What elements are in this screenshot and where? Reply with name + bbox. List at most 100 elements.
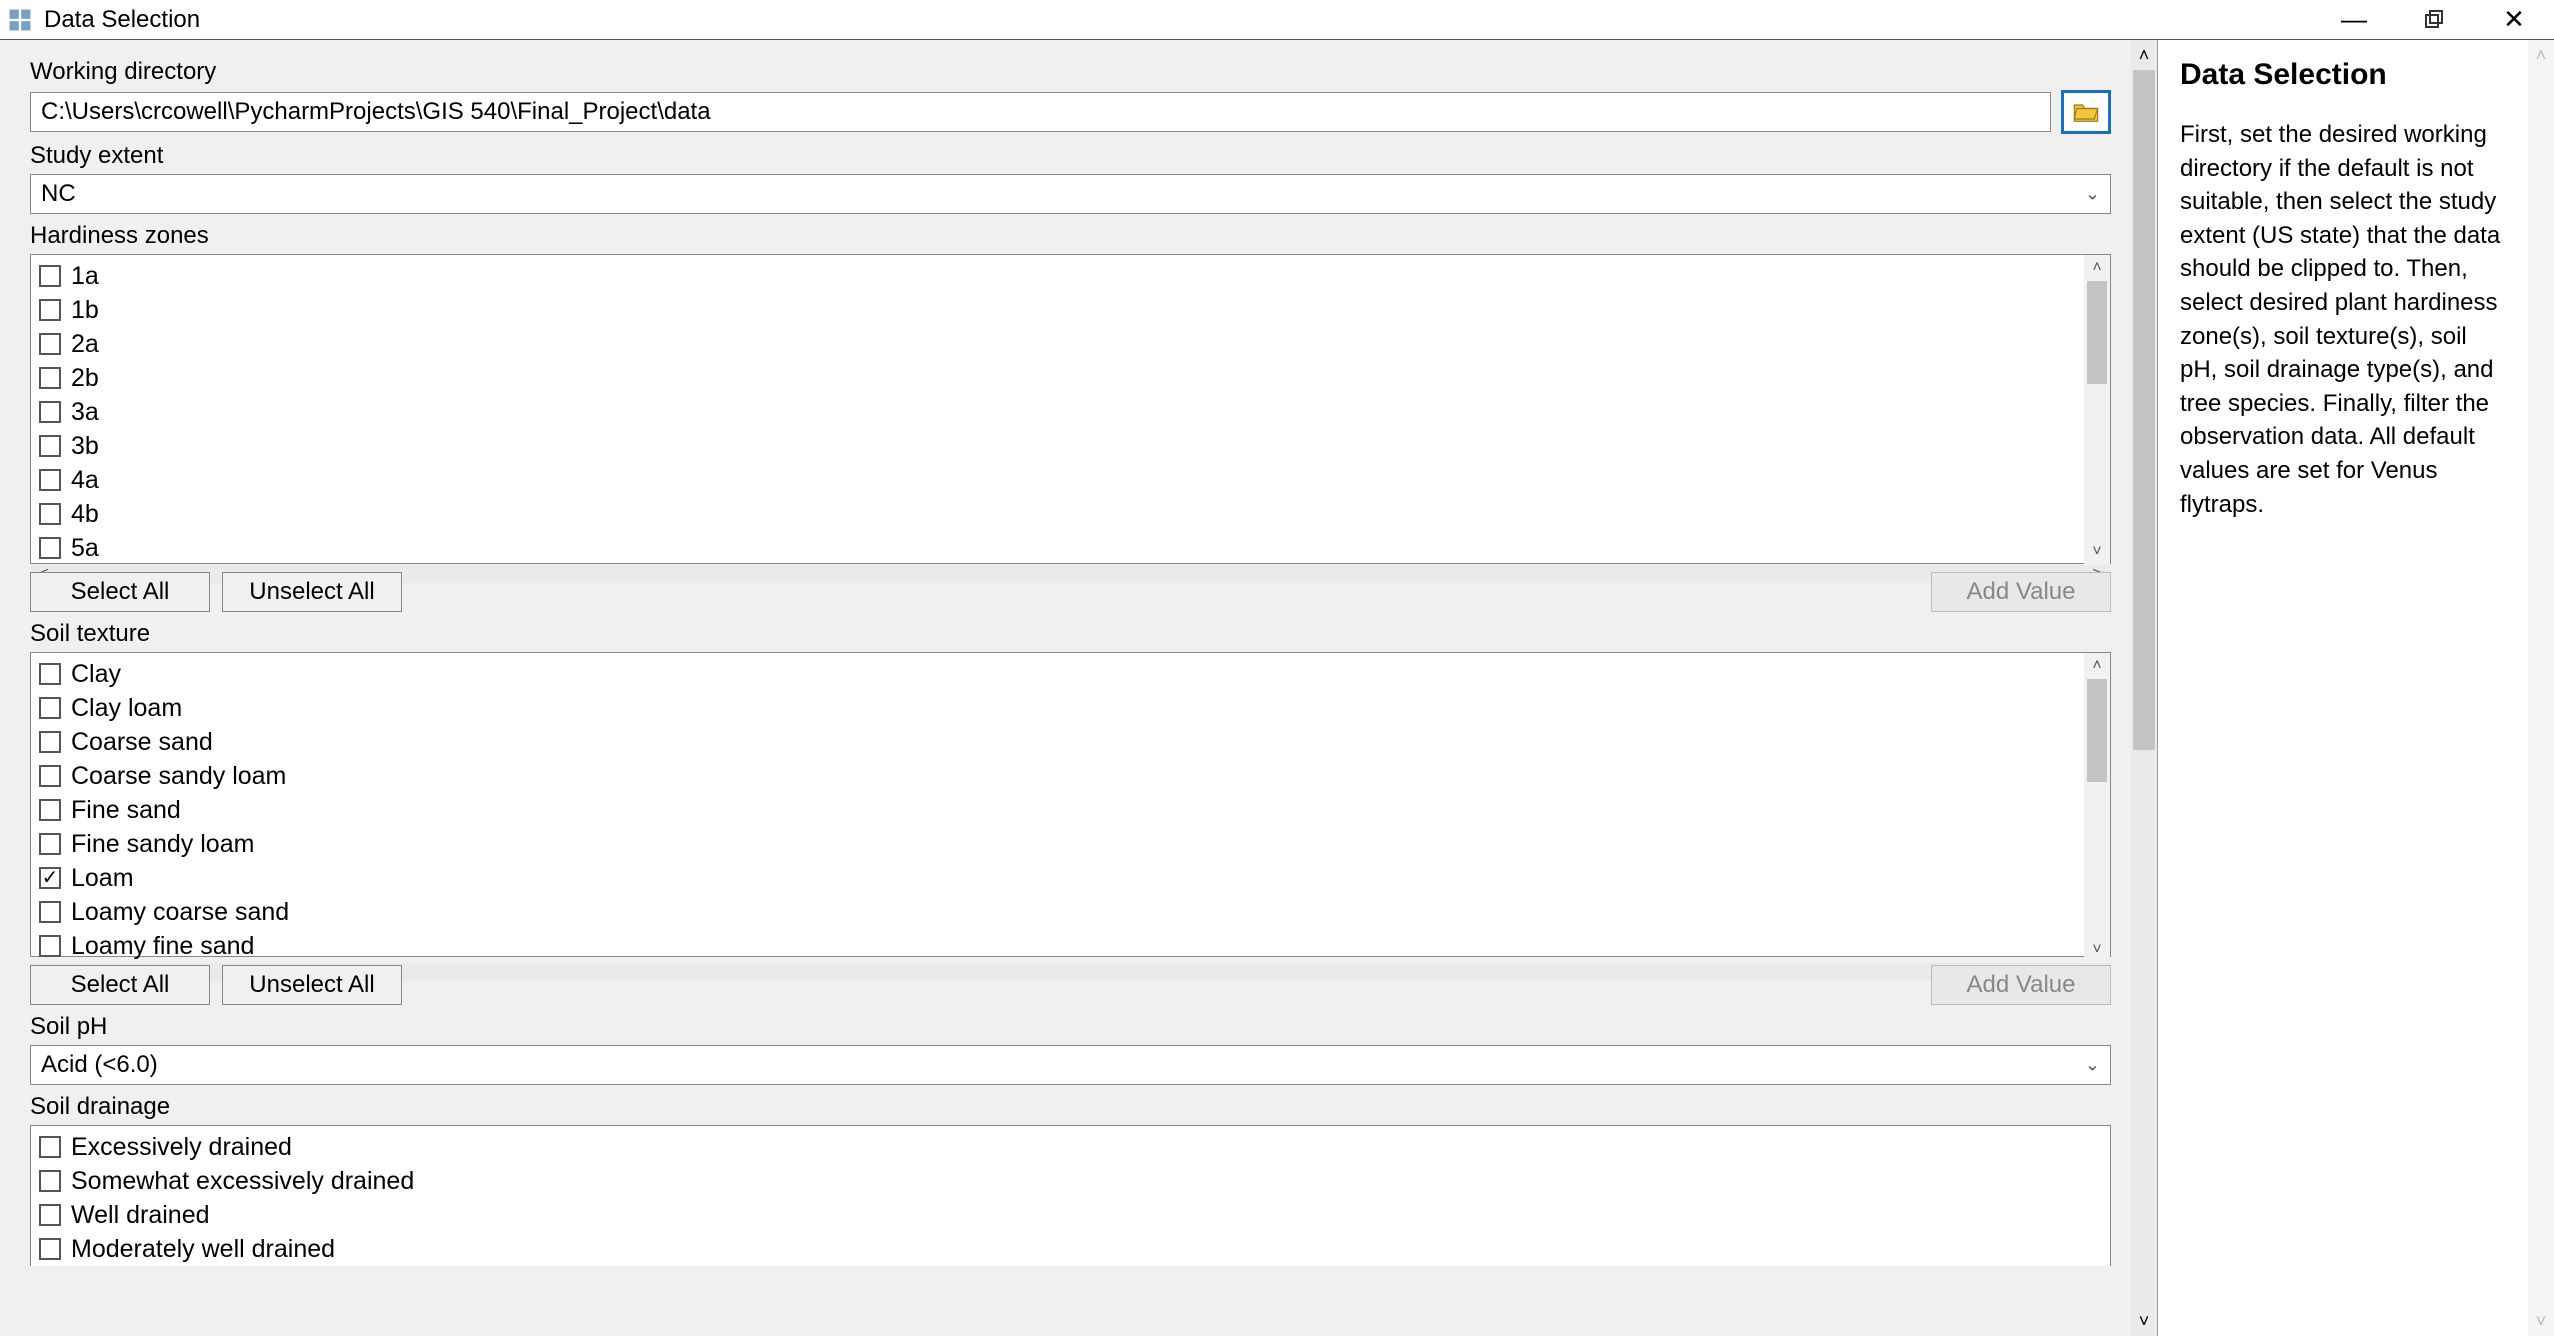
hardiness-item[interactable]: 1a — [39, 259, 2082, 293]
checkbox[interactable] — [39, 901, 61, 923]
hardiness-zones-label: Hardiness zones — [30, 222, 2111, 250]
maximize-button[interactable] — [2394, 0, 2474, 40]
form-area: Working directory C:\Users\crcowell\Pych… — [0, 40, 2131, 1336]
scroll-down-icon[interactable]: ˅ — [2528, 1306, 2554, 1336]
soil-texture-item-label: Fine sandy loam — [71, 830, 254, 859]
soil-texture-item[interactable]: Loamy coarse sand — [39, 895, 2082, 929]
soil-texture-item[interactable]: Loam — [39, 861, 2082, 895]
minimize-button[interactable]: — — [2314, 0, 2394, 40]
soil-drainage-item[interactable]: Moderately well drained — [39, 1232, 2108, 1266]
checkbox[interactable] — [39, 469, 61, 491]
window-title: Data Selection — [44, 6, 200, 34]
checkbox[interactable] — [39, 1204, 61, 1226]
scroll-up-icon[interactable]: ˄ — [2084, 653, 2110, 679]
scroll-up-icon[interactable]: ˄ — [2528, 40, 2554, 70]
soil-drainage-item-label: Excessively drained — [71, 1133, 292, 1162]
hardiness-item-label: 2b — [71, 364, 99, 393]
soiltexture-vscroll[interactable]: ˄ ˅ — [2084, 653, 2110, 963]
soil-ph-select[interactable]: Acid (<6.0) ⌄ — [30, 1045, 2111, 1085]
hardiness-add-value-button: Add Value — [1931, 572, 2111, 612]
scroll-up-icon[interactable]: ˄ — [2084, 255, 2110, 281]
checkbox[interactable] — [39, 731, 61, 753]
chevron-down-icon: ⌄ — [2085, 1055, 2100, 1076]
hardiness-item-label: 1b — [71, 296, 99, 325]
hardiness-item-label: 2a — [71, 330, 99, 359]
main-layout: Working directory C:\Users\crcowell\Pych… — [0, 40, 2554, 1336]
working-directory-value: C:\Users\crcowell\PycharmProjects\GIS 54… — [41, 96, 711, 128]
checkbox[interactable] — [39, 867, 61, 889]
working-directory-label: Working directory — [30, 58, 2111, 86]
checkbox[interactable] — [39, 1136, 61, 1158]
soil-drainage-item[interactable]: Somewhat excessively drained — [39, 1164, 2108, 1198]
hardiness-select-all-button[interactable]: Select All — [30, 572, 210, 612]
checkbox[interactable] — [39, 663, 61, 685]
study-extent-select[interactable]: NC ⌄ — [30, 174, 2111, 214]
hardiness-item-label: 1a — [71, 262, 99, 291]
hardiness-item[interactable]: 2a — [39, 327, 2082, 361]
scroll-down-icon[interactable]: ˅ — [2084, 539, 2110, 565]
scroll-down-icon[interactable]: ˅ — [2084, 937, 2110, 963]
soil-drainage-item-label: Well drained — [71, 1201, 210, 1230]
checkbox[interactable] — [39, 367, 61, 389]
soil-texture-item-label: Clay loam — [71, 694, 182, 723]
hardiness-item[interactable]: 3b — [39, 429, 2082, 463]
soiltexture-unselect-all-button[interactable]: Unselect All — [222, 965, 402, 1005]
checkbox[interactable] — [39, 833, 61, 855]
scroll-down-icon[interactable]: ˅ — [2131, 1306, 2157, 1336]
hardiness-item-label: 3a — [71, 398, 99, 427]
soil-texture-item-label: Loam — [71, 864, 134, 893]
soil-texture-item-label: Loamy coarse sand — [71, 898, 289, 927]
soiltexture-select-all-button[interactable]: Select All — [30, 965, 210, 1005]
titlebar: Data Selection — ✕ — [0, 0, 2554, 40]
checkbox[interactable] — [39, 697, 61, 719]
soil-texture-item[interactable]: Fine sand — [39, 793, 2082, 827]
hardiness-item[interactable]: 4a — [39, 463, 2082, 497]
hardiness-unselect-all-button[interactable]: Unselect All — [222, 572, 402, 612]
hardiness-zones-listbox[interactable]: 1a1b2a2b3a3b4a4b5a ˄ ˅ < > — [30, 254, 2111, 564]
soil-texture-item[interactable]: Coarse sand — [39, 725, 2082, 759]
checkbox[interactable] — [39, 799, 61, 821]
soil-drainage-listbox[interactable]: Excessively drainedSomewhat excessively … — [30, 1125, 2111, 1266]
soil-ph-value: Acid (<6.0) — [41, 1051, 158, 1079]
checkbox[interactable] — [39, 265, 61, 287]
soil-texture-item[interactable]: Clay loam — [39, 691, 2082, 725]
scroll-up-icon[interactable]: ˄ — [2131, 40, 2157, 70]
hardiness-vscroll[interactable]: ˄ ˅ — [2084, 255, 2110, 565]
checkbox[interactable] — [39, 333, 61, 355]
checkbox[interactable] — [39, 1238, 61, 1260]
folder-open-icon — [2072, 98, 2100, 126]
soil-drainage-item[interactable]: Excessively drained — [39, 1130, 2108, 1164]
hardiness-item[interactable]: 4b — [39, 497, 2082, 531]
soil-drainage-item[interactable]: Well drained — [39, 1198, 2108, 1232]
help-vscroll[interactable]: ˄ ˅ — [2528, 40, 2554, 1336]
checkbox[interactable] — [39, 401, 61, 423]
checkbox[interactable] — [39, 299, 61, 321]
form-vscroll[interactable]: ˄ ˅ — [2131, 40, 2157, 1336]
soil-texture-item[interactable]: Loamy fine sand — [39, 929, 2082, 963]
hardiness-item[interactable]: 3a — [39, 395, 2082, 429]
checkbox[interactable] — [39, 935, 61, 957]
form-scroll-wrap: Working directory C:\Users\crcowell\Pych… — [0, 40, 2158, 1336]
maximize-icon — [2424, 10, 2444, 30]
browse-button[interactable] — [2061, 90, 2111, 134]
soil-drainage-item-label: Moderately well drained — [71, 1235, 335, 1264]
soil-ph-label: Soil pH — [30, 1013, 2111, 1041]
checkbox[interactable] — [39, 1170, 61, 1192]
close-button[interactable]: ✕ — [2474, 0, 2554, 40]
hardiness-item[interactable]: 1b — [39, 293, 2082, 327]
hardiness-item-label: 4a — [71, 466, 99, 495]
hardiness-item[interactable]: 5a — [39, 531, 2082, 565]
soil-texture-item[interactable]: Coarse sandy loam — [39, 759, 2082, 793]
checkbox[interactable] — [39, 537, 61, 559]
working-directory-input[interactable]: C:\Users\crcowell\PycharmProjects\GIS 54… — [30, 92, 2051, 132]
soil-texture-listbox[interactable]: Clay Clay loamCoarse sandCoarse sandy loa… — [30, 652, 2111, 957]
soil-texture-item[interactable]: Clay — [39, 657, 2082, 691]
checkbox[interactable] — [39, 765, 61, 787]
checkbox[interactable] — [39, 435, 61, 457]
soil-texture-item[interactable]: Fine sandy loam — [39, 827, 2082, 861]
hardiness-item[interactable]: 2b — [39, 361, 2082, 395]
hardiness-item-label: 3b — [71, 432, 99, 461]
soil-texture-item-label: Fine sand — [71, 796, 181, 825]
hardiness-item-label: 4b — [71, 500, 99, 529]
checkbox[interactable] — [39, 503, 61, 525]
